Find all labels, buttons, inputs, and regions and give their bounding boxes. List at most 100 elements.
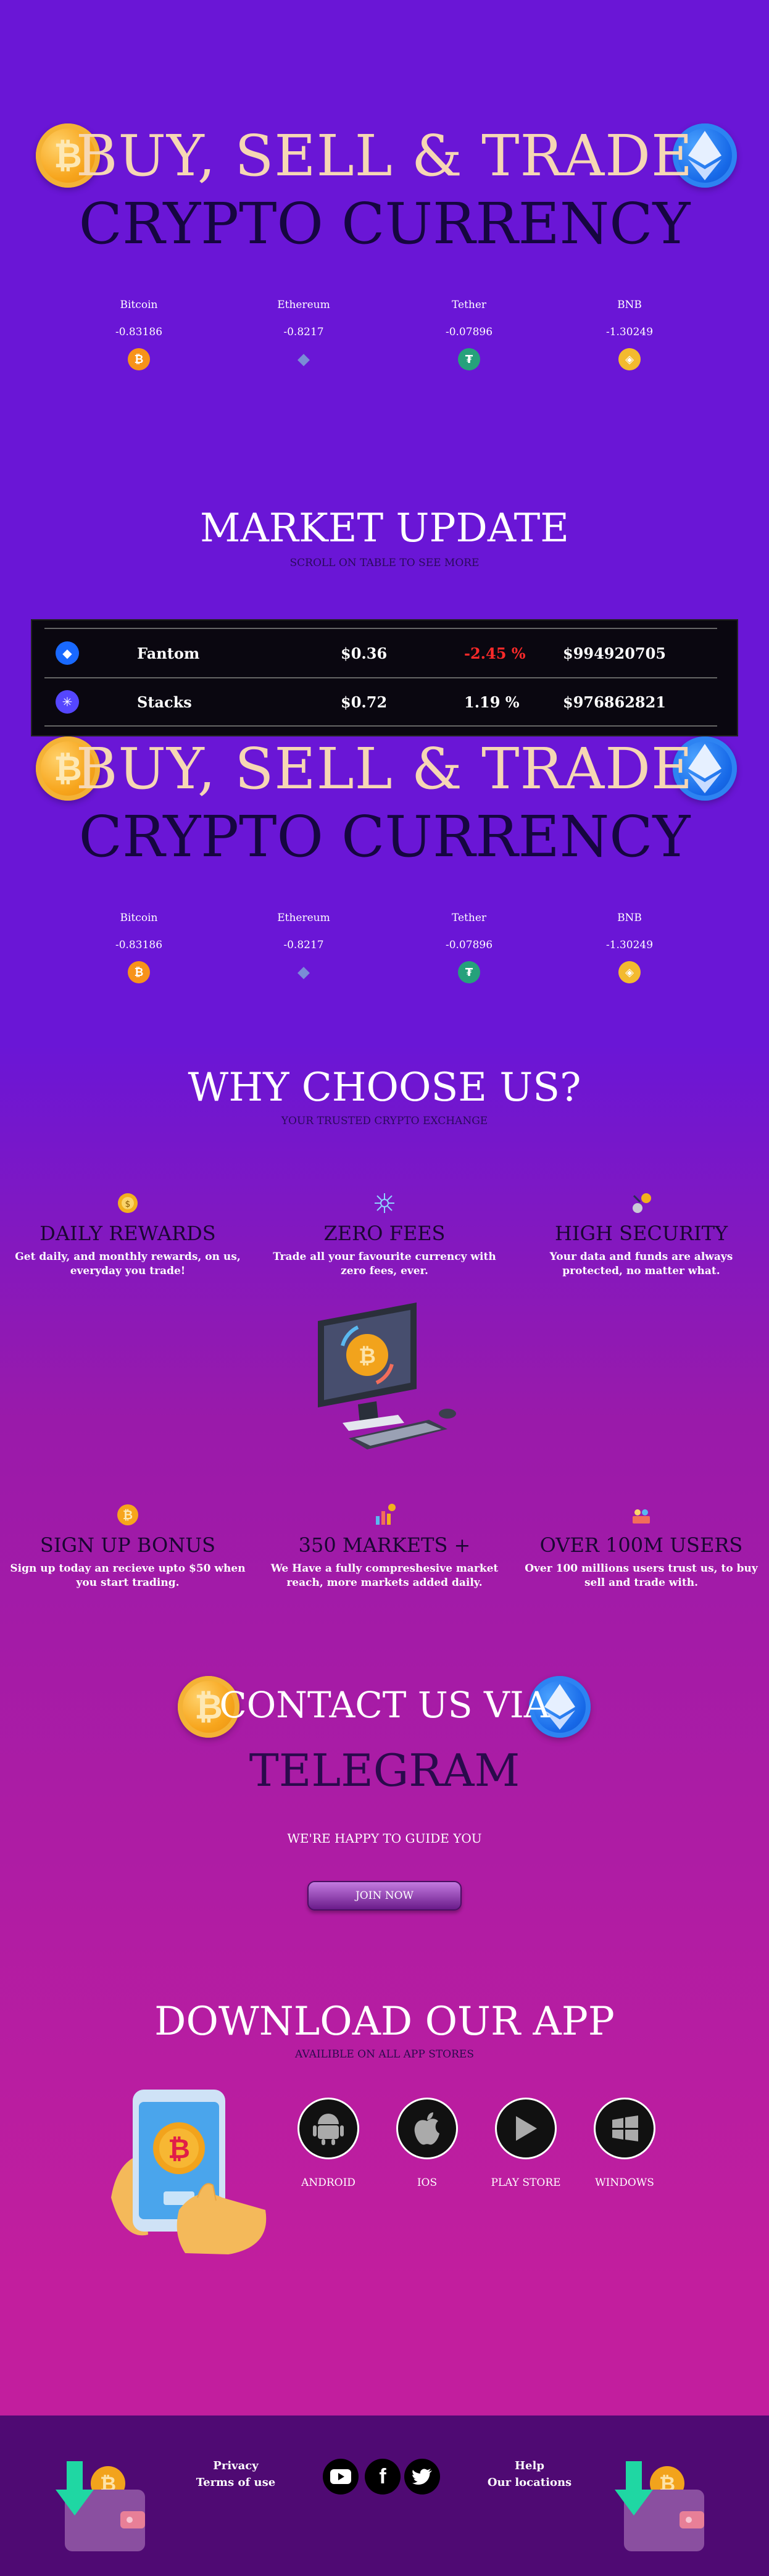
feature-desc: Trade all your favourite currency with z… [273,1251,496,1277]
ticker-value: -0.83186 [115,939,163,951]
footer: ₿ ₿ Privacy Terms of use f Help Our loca… [0,2416,769,2576]
feature-zero-fees: ZERO FEES Trade all your favourite curre… [257,1188,512,1278]
svg-text:$: $ [125,1199,131,1209]
svg-text:₿: ₿ [123,1507,133,1522]
ticker-value: -1.30249 [605,939,654,951]
youtube-icon[interactable] [323,2459,359,2495]
feature-desc: Sign up today an recieve upto $50 when y… [10,1562,246,1589]
ticker-bnb[interactable]: BNB -1.30249 ◈ [574,299,685,370]
footer-link-help[interactable]: Help [462,2457,597,2474]
hero-subtitle: CRYPTO CURRENCY [78,191,691,257]
feature-title: 350 MARKETS + [298,1533,471,1557]
ticker-name: BNB [617,912,642,924]
feature-sign-up-bonus: ₿ SIGN UP BONUS Sign up today an recieve… [0,1500,256,1590]
store-label: PLAY STORE [491,2177,561,2189]
store-play-store[interactable]: PLAY STORE [483,2098,569,2189]
footer-link-locations[interactable]: Our locations [462,2474,597,2491]
feature-title: DAILY REWARDS [39,1222,216,1245]
ticker-value: -0.07896 [445,326,493,338]
bitcoin-icon: ₿ [128,961,150,983]
users-icon [626,1500,656,1530]
ethereum-icon: ◆ [297,963,310,982]
join-now-button[interactable]: JOIN NOW [307,1881,462,1911]
ticker-value: -1.30249 [605,326,654,338]
bnb-icon: ◈ [618,961,641,983]
hero-title: BUY, SELL & TRADE [75,123,694,189]
hero-section: ₿ BUY, SELL & TRADE CRYPTO CURRENCY Bitc… [0,0,769,370]
wallet-download-illustration: ₿ [615,2459,713,2557]
feature-high-security: HIGH SECURITY Your data and funds are al… [513,1188,769,1278]
svg-text:₿: ₿ [168,2133,190,2165]
ticker-bitcoin[interactable]: Bitcoin -0.83186 ₿ [83,912,194,983]
ticker-name: Bitcoin [120,299,158,311]
bonus-coin-icon: ₿ [113,1500,143,1530]
coin-reward-icon: $ [113,1188,143,1218]
ticker-tether[interactable]: Tether -0.07896 ₮ [414,299,525,370]
tether-icon: ₮ [458,961,480,983]
ticker-name: BNB [617,299,642,311]
feature-desc: Your data and funds are always protected… [549,1251,733,1277]
store-windows[interactable]: WINDOWS [581,2098,668,2189]
ticker-value: -0.83186 [115,326,163,338]
why-title: WHY CHOOSE US? [188,1065,581,1111]
bitcoin-icon: ₿ [128,348,150,370]
market-subtitle: SCROLL ON TABLE TO SEE MORE [289,557,480,569]
contact-title: CONTACT US VIA [219,1684,550,1726]
phone-hand-illustration: ₿ [105,2086,272,2259]
store-ios[interactable]: IOS [384,2098,470,2189]
ticker-bnb[interactable]: BNB -1.30249 ◈ [574,912,685,983]
windows-icon[interactable] [594,2098,655,2159]
security-icon [626,1188,656,1218]
ticker-value: -0.8217 [283,326,324,338]
tether-icon: ₮ [458,348,480,370]
feature-desc: Get daily, and monthly rewards, on us, e… [15,1251,241,1277]
why-subtitle: YOUR TRUSTED CRYPTO EXCHANGE [281,1115,488,1127]
network-icon [370,1188,399,1218]
ticker-bitcoin[interactable]: Bitcoin -0.83186 ₿ [83,299,194,370]
play-store-icon[interactable] [495,2098,557,2159]
store-label: IOS [417,2177,438,2189]
feature-350-markets: 350 MARKETS + We Have a fully compreshes… [257,1500,512,1590]
ticker-ethereum[interactable]: Ethereum -0.8217 ◆ [248,912,359,983]
ticker-name: Ethereum [277,299,330,311]
ticker-name: Tether [451,299,487,311]
bnb-icon: ◈ [618,348,641,370]
ticker-tether[interactable]: Tether -0.07896 ₮ [414,912,525,983]
feature-title: SIGN UP BONUS [39,1533,216,1557]
computer-illustration: ₿ [306,1296,469,1457]
market-title: MARKET UPDATE [200,506,569,551]
ticker-ethereum[interactable]: Ethereum -0.8217 ◆ [248,299,359,370]
android-icon[interactable] [297,2098,359,2159]
feature-daily-rewards: $ DAILY REWARDS Get daily, and monthly r… [0,1188,256,1278]
store-label: ANDROID [301,2177,355,2189]
ticker-name: Bitcoin [120,912,158,924]
store-android[interactable]: ANDROID [285,2098,372,2189]
app-subtitle: AVAILIBLE ON ALL APP STORES [295,2048,474,2061]
hero-section-repeat: ₿ BUY, SELL & TRADE CRYPTO CURRENCY Bitc… [0,613,769,983]
hero-title: BUY, SELL & TRADE [75,736,694,802]
footer-link-terms[interactable]: Terms of use [168,2474,304,2491]
store-label: WINDOWS [595,2177,654,2189]
contact-channel: TELEGRAM [249,1744,520,1796]
feature-title: OVER 100M USERS [539,1533,743,1557]
ticker-name: Tether [451,912,487,924]
ticker-name: Ethereum [277,912,330,924]
svg-text:₿: ₿ [359,1344,376,1369]
ticker-value: -0.07896 [445,939,493,951]
footer-link-privacy[interactable]: Privacy [168,2457,304,2474]
app-title: DOWNLOAD OUR APP [154,1999,615,2045]
twitter-icon[interactable] [404,2459,440,2495]
facebook-icon[interactable]: f [365,2459,401,2495]
feature-100m-users: OVER 100M USERS Over 100 millions users … [513,1500,769,1590]
ticker-value: -0.8217 [283,939,324,951]
feature-desc: Over 100 millions users trust us, to buy… [525,1562,758,1589]
contact-tagline: WE'RE HAPPY TO GUIDE YOU [287,1831,482,1846]
hero-subtitle: CRYPTO CURRENCY [78,804,691,870]
markets-chart-icon [370,1500,399,1530]
wallet-download-illustration: ₿ [56,2459,154,2557]
feature-title: ZERO FEES [323,1222,446,1245]
feature-title: HIGH SECURITY [554,1222,728,1245]
feature-desc: We Have a fully compreshesive market rea… [270,1562,499,1589]
apple-icon[interactable] [396,2098,458,2159]
ethereum-icon: ◆ [297,350,310,369]
